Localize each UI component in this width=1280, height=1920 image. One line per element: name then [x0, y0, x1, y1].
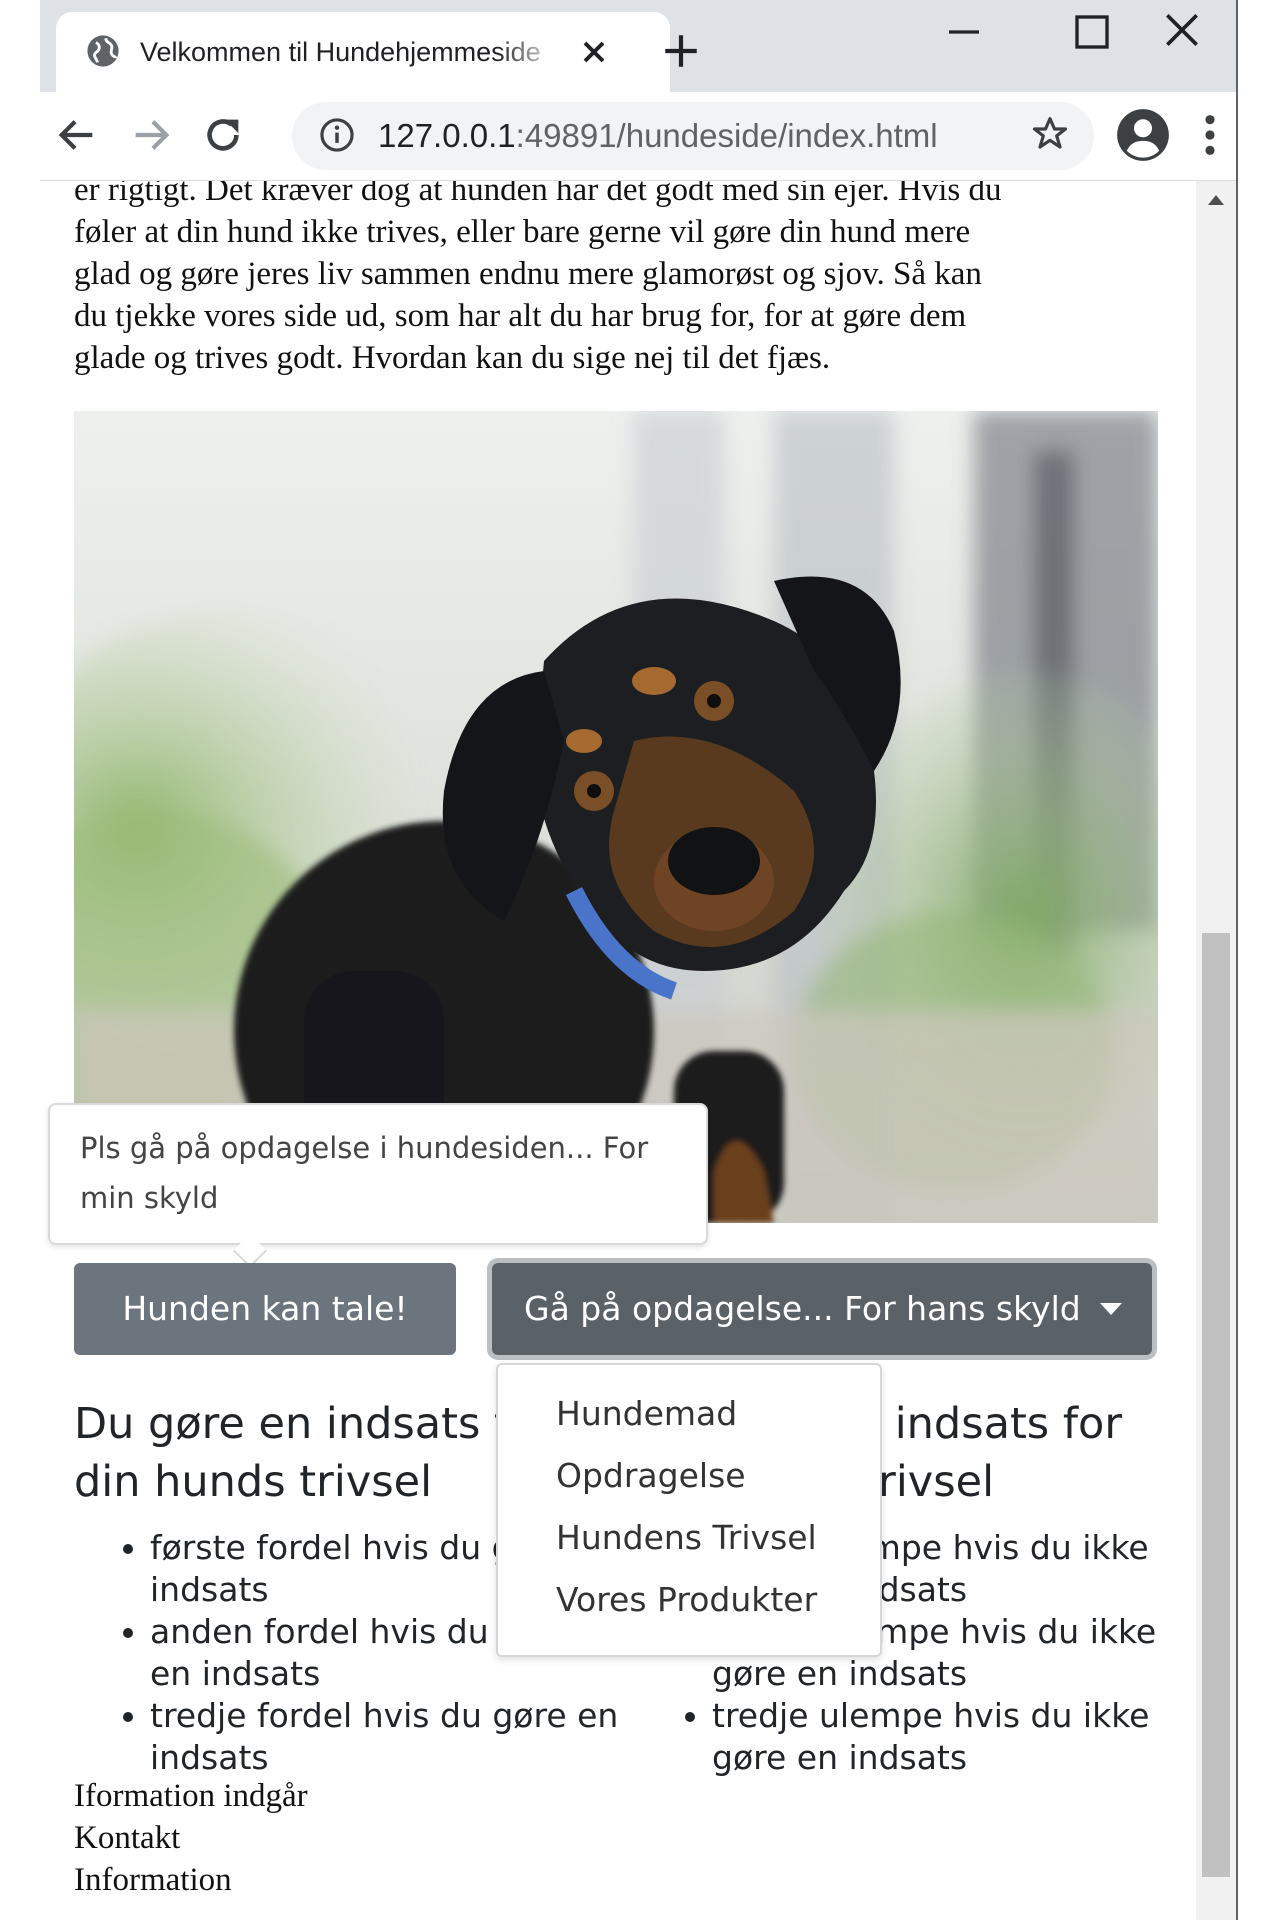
footer-link-contact[interactable]: Kontakt [74, 1817, 674, 1859]
explore-dropdown-button[interactable]: Gå på opdagelse... For hans skyld [492, 1263, 1152, 1355]
list-item: tredje fordel hvis du gøre en indsats [150, 1695, 620, 1779]
window-left-margin [0, 0, 40, 1920]
footer-link-info[interactable]: Iformation indgår [74, 1775, 674, 1817]
footer-links: Iformation indgår Kontakt Information [74, 1775, 674, 1901]
intro-line: glad og gøre jeres liv sammen endnu mere… [74, 256, 982, 292]
dropdown-item-opdragelse[interactable]: Opdragelse [556, 1445, 866, 1507]
url-host: 127.0.0.1 [378, 117, 516, 154]
url-path: :49891/hundeside/index.html [515, 117, 938, 154]
dropdown-item-hundemad[interactable]: Hundemad [556, 1383, 866, 1445]
tab-strip: Velkommen til Hundehjemmeside [40, 0, 1236, 92]
back-icon[interactable] [54, 112, 100, 158]
tab-title: Velkommen til Hundehjemmeside [140, 37, 541, 67]
close-icon[interactable] [576, 34, 612, 70]
explore-dropdown-label: Gå på opdagelse... For hans skyld [524, 1289, 1081, 1328]
intro-line: er rigtigt. Det kræver dog at hunden har… [74, 181, 1002, 208]
minimize-icon[interactable] [944, 12, 984, 52]
vertical-scrollbar[interactable] [1196, 181, 1236, 1920]
footer-link-information[interactable]: Information [74, 1859, 674, 1901]
menu-icon[interactable] [1200, 112, 1220, 158]
intro-line: glade og trives godt. Hvordan kan du sig… [74, 340, 831, 376]
intro-line: føler at din hund ikke trives, eller bar… [74, 214, 971, 250]
dropdown-item-produkter[interactable]: Vores Produkter [556, 1569, 866, 1631]
scroll-thumb[interactable] [1202, 933, 1230, 1877]
star-icon[interactable] [1030, 114, 1070, 154]
browser-tab[interactable]: Velkommen til Hundehjemmeside [56, 12, 670, 92]
reload-icon[interactable] [200, 112, 246, 158]
forward-icon[interactable] [128, 112, 174, 158]
dropdown-item-trivsel[interactable]: Hundens Trivsel [556, 1507, 866, 1569]
tooltip: Pls gå på opdagelse i hundesiden... For … [48, 1103, 708, 1245]
close-window-icon[interactable] [1160, 8, 1204, 52]
dog-talk-button[interactable]: Hunden kan tale! [74, 1263, 456, 1355]
scroll-up-arrow-icon[interactable] [1208, 195, 1224, 205]
profile-icon[interactable] [1116, 108, 1170, 162]
tooltip-text: Pls gå på opdagelse i hundesiden... For … [80, 1131, 649, 1215]
plus-icon[interactable] [660, 30, 702, 72]
page-content: er rigtigt. Det kræver dog at hunden har… [40, 181, 1196, 1920]
window-right-margin [1238, 0, 1280, 1920]
list-item: tredje ulempe hvis du ikke gøre en indsa… [712, 1695, 1196, 1779]
dog-photo [74, 411, 1158, 1223]
globe-icon [87, 35, 119, 67]
url-text[interactable]: 127.0.0.1:49891/hundeside/index.html [378, 116, 938, 156]
intro-line: du tjekke vores side ud, som har alt du … [74, 298, 967, 334]
explore-dropdown-menu: Hundemad Opdragelse Hundens Trivsel Vore… [496, 1363, 882, 1657]
intro-paragraph: er rigtigt. Det kræver dog at hunden har… [74, 181, 1168, 379]
info-icon[interactable] [318, 116, 356, 154]
browser-window: Velkommen til Hundehjemmeside 127.0.0.1:… [40, 0, 1236, 1920]
caret-down-icon [1100, 1303, 1122, 1315]
maximize-icon[interactable] [1072, 12, 1112, 52]
